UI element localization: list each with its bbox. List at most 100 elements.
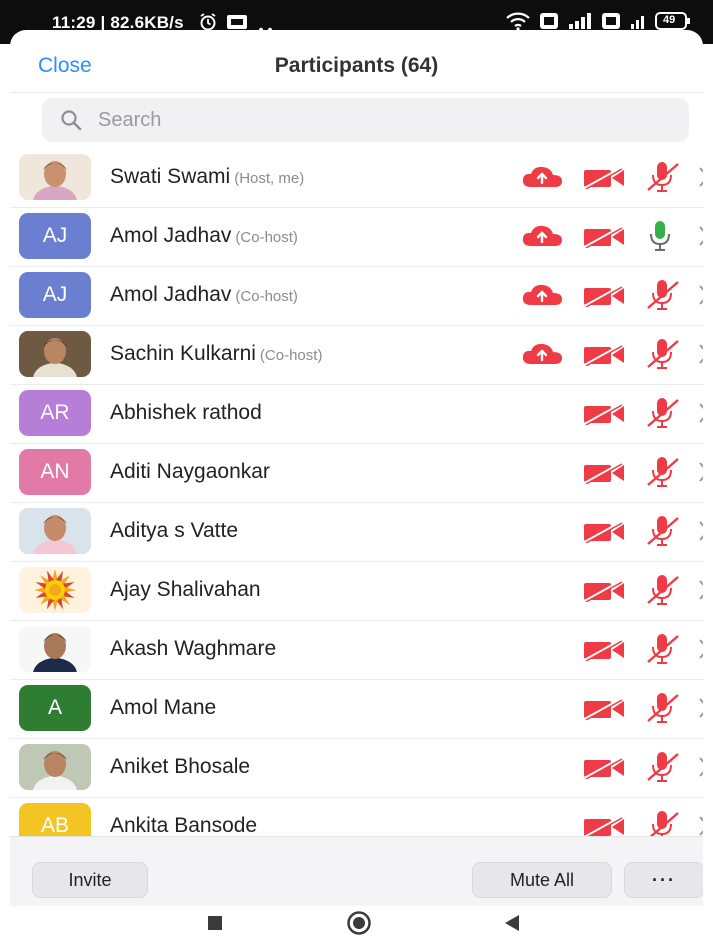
- video-off-icon: [583, 756, 625, 784]
- chevron-right-icon: [698, 756, 703, 783]
- avatar: [19, 626, 91, 672]
- mic-muted-icon: [645, 514, 681, 553]
- mic-on-icon: [645, 219, 675, 258]
- participant-role: (Host, me): [234, 170, 305, 187]
- participant-name-text: Ajay Shalivahan: [110, 578, 261, 601]
- invite-button[interactable]: Invite: [32, 862, 148, 898]
- cloud-recording-icon: [520, 165, 564, 194]
- participants-panel: Close Participants (64) Swati Swami(Host…: [10, 30, 703, 943]
- participant-name: Aditi Naygaonkar: [110, 460, 270, 484]
- mic-muted-icon: [645, 573, 681, 612]
- video-off-icon: [583, 402, 625, 430]
- participant-row[interactable]: Sachin Kulkarni (Co-host): [10, 325, 703, 385]
- mic-muted-icon: [645, 455, 681, 494]
- participant-name: Akash Waghmare: [110, 637, 276, 661]
- chevron-right-icon: [698, 638, 703, 665]
- participant-name-text: Amol Jadhav: [110, 224, 232, 247]
- participant-name-text: Amol Mane: [110, 696, 217, 719]
- participant-row[interactable]: AR Abhishek rathod: [10, 384, 703, 444]
- participant-name: Amol Jadhav (Co-host): [110, 283, 298, 307]
- participant-name: Swati Swami (Host, me): [110, 165, 304, 189]
- participant-row[interactable]: Ajay Shalivahan: [10, 561, 703, 621]
- search-icon: [60, 109, 82, 131]
- page-title: Participants (64): [274, 54, 439, 77]
- participant-name: Aditya s Vatte: [110, 519, 238, 543]
- participant-row[interactable]: Aditya s Vatte: [10, 502, 703, 562]
- participant-name-text: Ankita Bansode: [110, 814, 258, 837]
- avatar: AN: [19, 449, 91, 495]
- mic-muted-icon: [645, 691, 681, 730]
- mic-muted-icon: [645, 160, 681, 199]
- home-icon[interactable]: [346, 910, 372, 941]
- cloud-recording-icon: [520, 342, 564, 371]
- participant-name: Amol Jadhav (Co-host): [110, 224, 298, 248]
- more-options-button[interactable]: ···: [624, 862, 703, 898]
- participant-name-text: Akash Waghmare: [110, 637, 277, 660]
- participant-name-text: Aditi Naygaonkar: [110, 460, 270, 483]
- participant-name-text: Swati Swami: [110, 165, 231, 188]
- avatar: [19, 508, 91, 554]
- mute-all-button[interactable]: Mute All: [472, 862, 612, 898]
- system-nav-bar: [10, 906, 703, 943]
- mic-muted-icon: [645, 396, 681, 435]
- participant-row[interactable]: AJ Amol Jadhav (Co-host): [10, 266, 703, 326]
- close-button[interactable]: Close: [38, 54, 92, 78]
- chevron-right-icon: [698, 579, 703, 606]
- recent-apps-icon[interactable]: [206, 914, 224, 937]
- video-off-icon: [583, 225, 625, 253]
- participant-name: Aniket Bhosale: [110, 755, 250, 779]
- bottom-toolbar: Invite Mute All ···: [10, 836, 703, 907]
- video-off-icon: [583, 579, 625, 607]
- participant-name: Abhishek rathod: [110, 401, 262, 425]
- avatar-initials: AR: [40, 401, 70, 424]
- video-off-icon: [583, 284, 625, 312]
- header: Close Participants (64): [10, 30, 703, 93]
- participant-name: Sachin Kulkarni (Co-host): [110, 342, 322, 366]
- avatar: [19, 331, 91, 377]
- avatar: AJ: [19, 213, 91, 259]
- search-input[interactable]: [96, 107, 660, 133]
- video-off-icon: [583, 697, 625, 725]
- video-off-icon: [583, 638, 625, 666]
- cloud-recording-icon: [520, 224, 564, 253]
- participant-role: (Co-host): [235, 288, 298, 305]
- avatar-initials: AN: [40, 460, 70, 483]
- video-off-icon: [583, 343, 625, 371]
- avatar: [19, 567, 91, 613]
- participant-role: (Co-host): [235, 229, 298, 246]
- video-off-icon: [583, 461, 625, 489]
- participant-row[interactable]: Swati Swami (Host, me): [10, 148, 703, 208]
- participant-row[interactable]: Akash Waghmare: [10, 620, 703, 680]
- participant-row[interactable]: A Amol Mane: [10, 679, 703, 739]
- mic-muted-icon: [645, 278, 681, 317]
- avatar: [19, 154, 91, 200]
- participant-row[interactable]: AN Aditi Naygaonkar: [10, 443, 703, 503]
- participant-name: Amol Mane: [110, 696, 216, 720]
- participant-name-text: Amol Jadhav: [110, 283, 232, 306]
- search-bar[interactable]: [42, 98, 689, 142]
- video-off-icon: [583, 520, 625, 548]
- chevron-right-icon: [698, 402, 703, 429]
- chevron-right-icon: [698, 461, 703, 488]
- avatar-initials: AJ: [42, 224, 68, 247]
- chevron-right-icon: [698, 697, 703, 724]
- video-off-icon: [583, 166, 625, 194]
- participant-row[interactable]: Aniket Bhosale: [10, 738, 703, 798]
- cloud-recording-icon: [520, 283, 564, 312]
- avatar: AR: [19, 390, 91, 436]
- participant-name: Ankita Bansode: [110, 814, 257, 838]
- back-icon[interactable]: [502, 913, 522, 938]
- chevron-right-icon: [698, 166, 703, 193]
- chevron-right-icon: [698, 225, 703, 252]
- participant-name-text: Abhishek rathod: [110, 401, 262, 424]
- participant-name-text: Aditya s Vatte: [110, 519, 239, 542]
- avatar: AJ: [19, 272, 91, 318]
- battery-level: 49: [663, 14, 676, 26]
- avatar: [19, 744, 91, 790]
- participant-row[interactable]: AJ Amol Jadhav (Co-host): [10, 207, 703, 267]
- participant-role: (Co-host): [259, 347, 323, 364]
- avatar: A: [19, 685, 91, 731]
- avatar-initials: A: [47, 696, 62, 719]
- mic-muted-icon: [645, 337, 681, 376]
- chevron-right-icon: [698, 520, 703, 547]
